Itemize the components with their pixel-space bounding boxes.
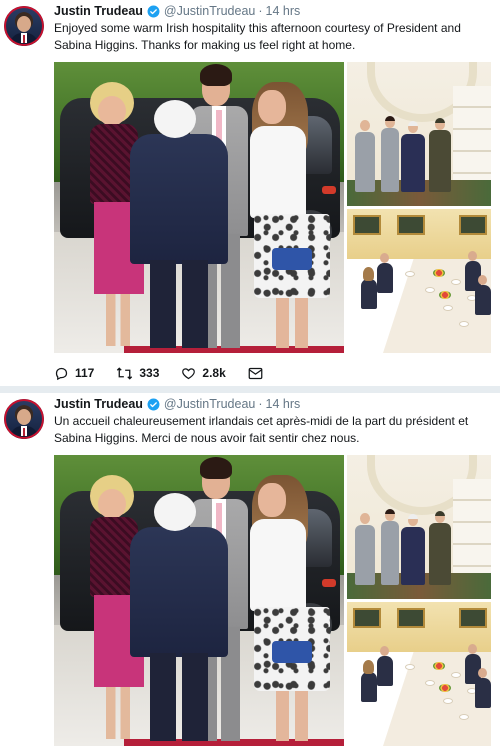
photo-greeting[interactable] <box>54 455 344 746</box>
tweet-media-grid <box>54 62 491 353</box>
author-handle[interactable]: @JustinTrudeau <box>164 4 255 18</box>
author-name[interactable]: Justin Trudeau <box>54 4 143 18</box>
tweet-text: Un accueil chaleureusement irlandais cet… <box>54 414 469 445</box>
retweet-count: 333 <box>139 366 160 380</box>
separator-dot: · <box>258 4 263 18</box>
direct-message-button[interactable] <box>248 367 269 380</box>
heart-icon <box>182 367 196 379</box>
retweet-button[interactable]: 333 <box>116 366 159 381</box>
like-button[interactable]: 2.8k <box>181 366 226 381</box>
separator-dot: · <box>258 397 263 411</box>
reply-icon <box>55 367 68 380</box>
verified-badge-icon <box>147 5 160 17</box>
photo-dining-table[interactable] <box>347 209 491 353</box>
tweet-card[interactable]: Justin Trudeau @JustinTrudeau · 14 hrs E… <box>0 0 500 386</box>
tweet-text: Enjoyed some warm Irish hospitality this… <box>54 21 461 52</box>
timestamp[interactable]: 14 hrs <box>266 397 301 411</box>
retweet-icon <box>117 366 133 380</box>
tweet-header: Justin Trudeau @JustinTrudeau · 14 hrs <box>54 4 300 18</box>
avatar[interactable] <box>4 6 44 46</box>
envelope-icon <box>248 367 263 379</box>
tweet-header: Justin Trudeau @JustinTrudeau · 14 hrs <box>54 397 300 411</box>
tweet-media-grid <box>54 455 491 746</box>
tweet-actions: 117 333 2.8k <box>54 364 291 382</box>
author-name[interactable]: Justin Trudeau <box>54 397 143 411</box>
photo-group-standing[interactable] <box>347 62 491 206</box>
like-count: 2.8k <box>202 366 226 380</box>
reply-count: 117 <box>75 366 95 380</box>
photo-greeting[interactable] <box>54 62 344 353</box>
avatar[interactable] <box>4 399 44 439</box>
verified-badge-icon <box>147 398 160 410</box>
timestamp[interactable]: 14 hrs <box>266 4 301 18</box>
tweet-divider <box>0 386 500 393</box>
reply-button[interactable]: 117 <box>54 366 94 381</box>
tweet-card[interactable]: Justin Trudeau @JustinTrudeau · 14 hrs U… <box>0 393 500 747</box>
author-handle[interactable]: @JustinTrudeau <box>164 397 255 411</box>
photo-group-standing[interactable] <box>347 455 491 599</box>
photo-dining-table[interactable] <box>347 602 491 746</box>
